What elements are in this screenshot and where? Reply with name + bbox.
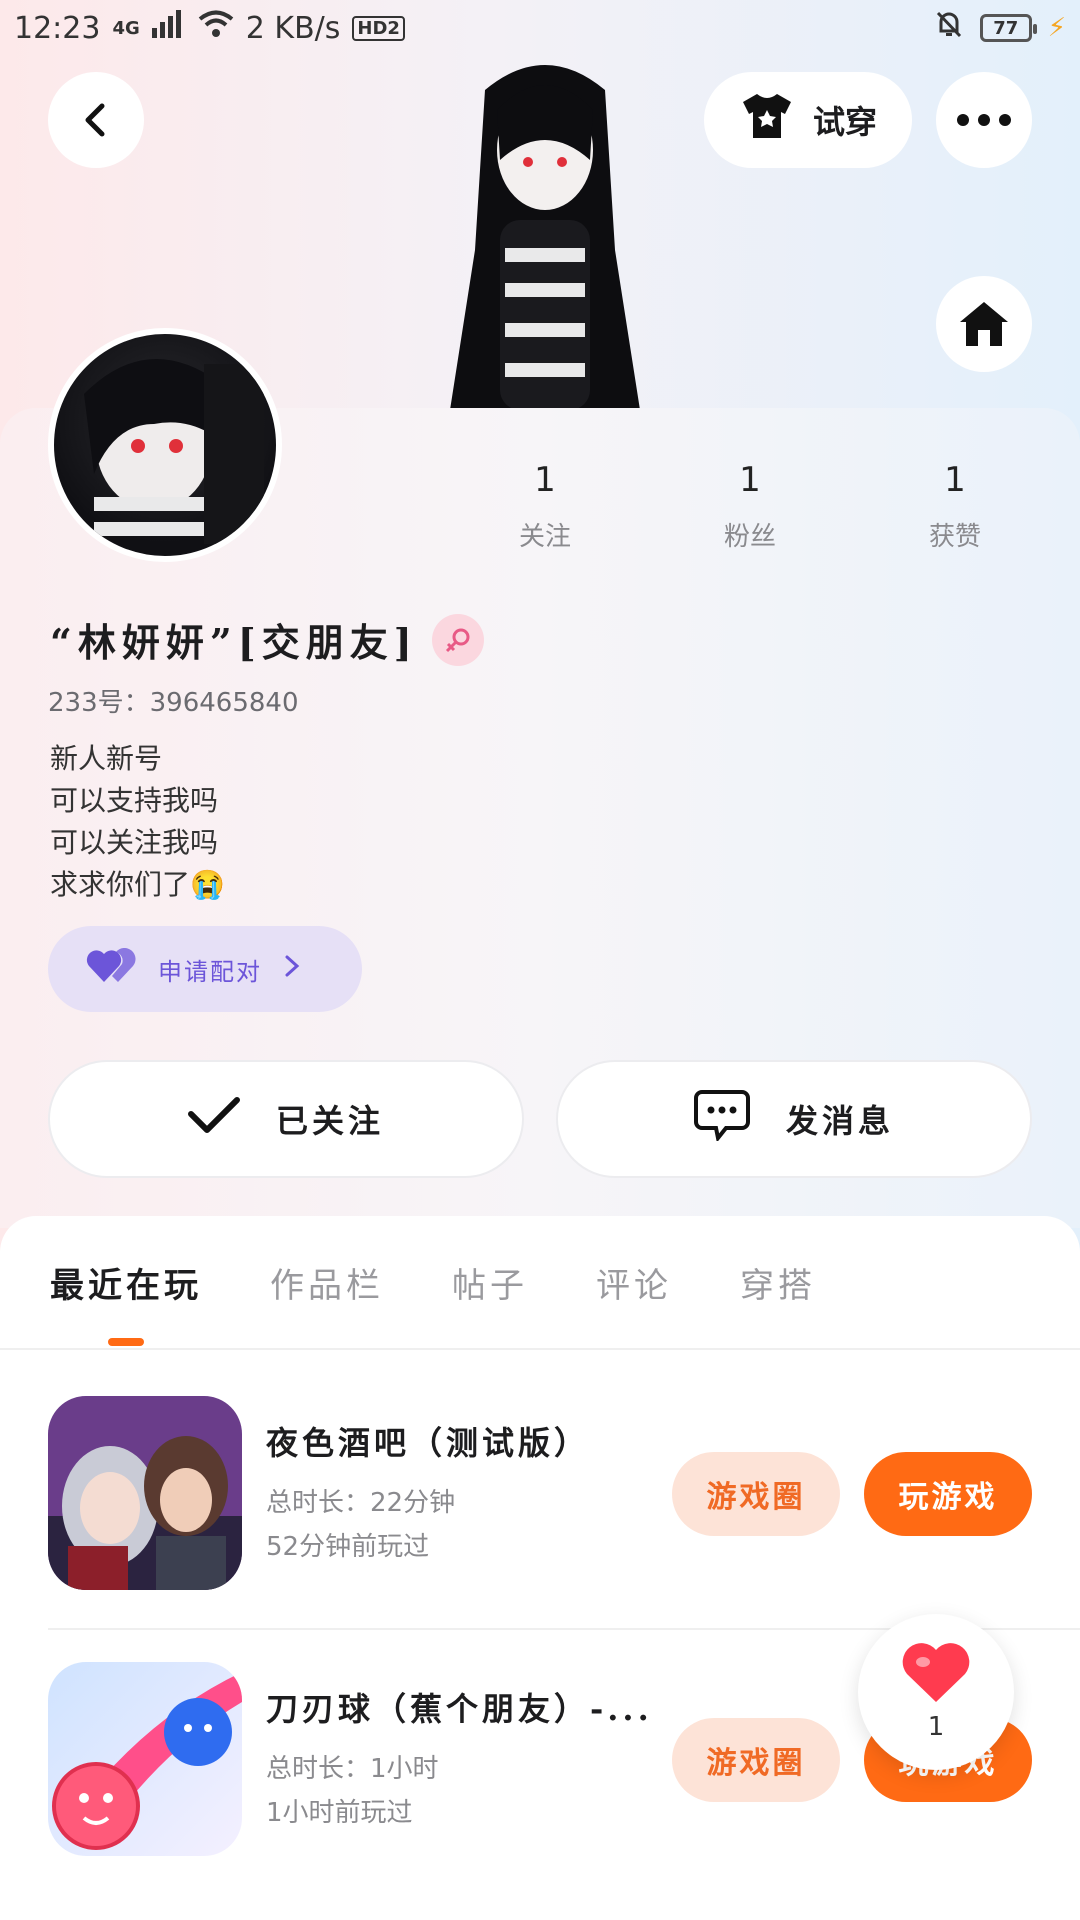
avatar[interactable] [48, 328, 282, 562]
game-item[interactable]: 夜色酒吧（测试版） 总时长：22分钟 52分钟前玩过 游戏圈 玩游戏 [48, 1396, 1080, 1592]
pair-label: 申请配对 [158, 957, 262, 986]
game-last-played: 1小时前玩过 [266, 1798, 413, 1828]
status-time: 12:23 [14, 10, 101, 46]
fans-count: 1 [739, 460, 761, 500]
female-icon [431, 613, 484, 666]
game-title: 刀刃球（蕉个朋友）-... [266, 1690, 653, 1728]
tabs-divider [0, 1348, 1080, 1350]
tab-works[interactable]: 作品栏 [270, 1258, 384, 1307]
bio-line: 新人新号 [50, 742, 163, 775]
likes-label: 获赞 [928, 522, 981, 552]
following-count: 1 [534, 460, 556, 500]
signal-icon [151, 10, 186, 46]
user-id: 233号：396465840 [48, 688, 299, 718]
shirt-icon [739, 92, 795, 148]
more-dots-icon [957, 114, 1011, 126]
game-title: 夜色酒吧（测试版） [266, 1424, 591, 1462]
game-last-played: 52分钟前玩过 [266, 1532, 430, 1562]
back-button[interactable] [48, 72, 144, 168]
likes-count: 1 [944, 460, 966, 500]
profile-screen: 12:23 4G 2 KB/s HD2 77 ⚡ 试穿 1 关注 1 粉丝 1 … [0, 0, 1080, 1920]
game-thumbnail[interactable] [48, 1662, 242, 1856]
tab-posts[interactable]: 帖子 [452, 1258, 528, 1307]
fans-label: 粉丝 [723, 522, 776, 552]
network-label: 4G [112, 17, 140, 39]
bio-line: 求求你们了😭 [50, 868, 225, 901]
battery-level: 77 [993, 17, 1019, 39]
bio: 新人新号 可以支持我吗 可以关注我吗 求求你们了😭 [50, 738, 225, 906]
more-button[interactable] [936, 72, 1032, 168]
double-heart-icon [86, 947, 136, 990]
floating-like-button[interactable]: 1 [858, 1614, 1014, 1770]
check-icon [187, 1096, 240, 1142]
chevron-left-icon [85, 103, 105, 137]
user-name: “林妍妍”[交朋友] [50, 620, 418, 665]
character-figure [400, 50, 690, 410]
charging-icon: ⚡ [1047, 13, 1066, 43]
chevron-right-icon [284, 954, 300, 984]
try-on-label: 试穿 [812, 103, 877, 141]
stat-likes[interactable]: 1 获赞 [880, 460, 1030, 553]
game-circle-button[interactable]: 游戏圈 [672, 1452, 840, 1536]
try-on-button[interactable]: 试穿 [704, 72, 912, 168]
tab-comments[interactable]: 评论 [596, 1258, 672, 1307]
home-button[interactable] [936, 276, 1032, 372]
mute-bell-icon [934, 9, 964, 47]
play-game-button[interactable]: 玩游戏 [864, 1452, 1032, 1536]
following-label: 已关注 [275, 1102, 384, 1140]
name-row: “林妍妍”[交朋友] [50, 612, 484, 667]
status-bar: 12:23 4G 2 KB/s HD2 77 ⚡ [0, 0, 1080, 56]
game-duration: 总时长：22分钟 [266, 1488, 456, 1518]
game-circle-button[interactable]: 游戏圈 [672, 1718, 840, 1802]
game-thumbnail[interactable] [48, 1396, 242, 1590]
send-message-button[interactable]: 发消息 [556, 1060, 1032, 1178]
bio-line: 可以关注我吗 [50, 826, 219, 859]
message-label: 发消息 [785, 1102, 894, 1140]
heart-icon [901, 1642, 971, 1708]
following-button[interactable]: 已关注 [48, 1060, 524, 1178]
wifi-icon [198, 10, 234, 46]
like-count: 1 [927, 1712, 945, 1742]
tab-recently-played[interactable]: 最近在玩 [50, 1258, 202, 1307]
stat-following[interactable]: 1 关注 [470, 460, 620, 553]
stats-row: 1 关注 1 粉丝 1 获赞 [470, 460, 1030, 553]
battery-icon: 77 [979, 14, 1037, 42]
tab-bar: 最近在玩 作品栏 帖子 评论 穿搭 [50, 1258, 816, 1307]
active-tab-indicator [108, 1338, 144, 1346]
bio-line: 可以支持我吗 [50, 784, 219, 817]
network-speed: 2 KB/s [245, 10, 341, 46]
stat-fans[interactable]: 1 粉丝 [675, 460, 825, 553]
tab-outfits[interactable]: 穿搭 [740, 1258, 816, 1307]
home-icon [960, 302, 1008, 346]
hd-badge: HD2 [352, 15, 405, 41]
following-label: 关注 [518, 522, 571, 552]
message-icon [693, 1089, 750, 1149]
game-duration: 总时长：1小时 [266, 1754, 439, 1784]
pair-request-button[interactable]: 申请配对 [48, 926, 362, 1012]
